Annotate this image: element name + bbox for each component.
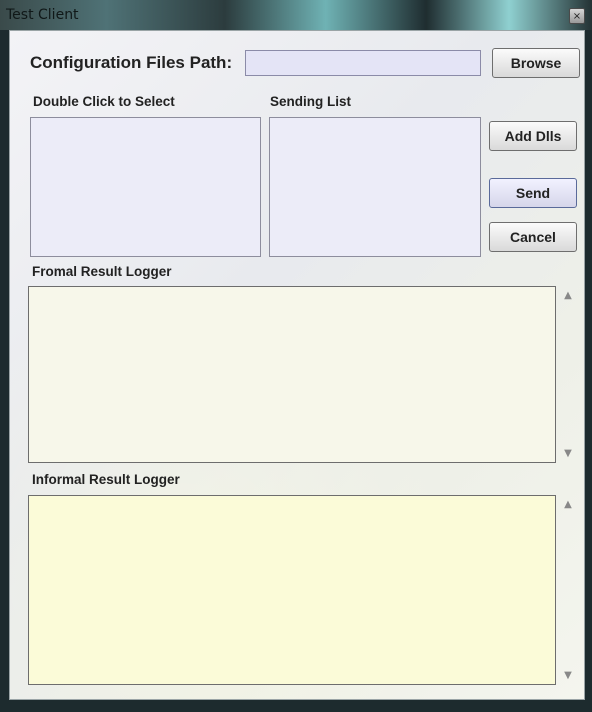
window-title: Test Client xyxy=(6,7,79,23)
formal-logger-scrollbar[interactable]: ▲ ▼ xyxy=(558,286,578,463)
informal-logger-label: Informal Result Logger xyxy=(32,472,180,487)
close-button[interactable]: × xyxy=(569,8,585,24)
informal-result-logger[interactable] xyxy=(28,495,556,685)
scroll-up-icon[interactable]: ▲ xyxy=(558,290,578,301)
select-list-label: Double Click to Select xyxy=(33,94,175,109)
send-button[interactable]: Send xyxy=(489,178,577,208)
config-path-label: Configuration Files Path: xyxy=(30,53,233,72)
select-listbox[interactable] xyxy=(30,117,261,257)
main-panel: Configuration Files Path: Browse Double … xyxy=(9,30,585,700)
cancel-button[interactable]: Cancel xyxy=(489,222,577,252)
browse-button[interactable]: Browse xyxy=(492,48,580,78)
config-path-input[interactable] xyxy=(245,50,481,76)
title-bar: Test Client × xyxy=(0,0,592,30)
scroll-down-icon[interactable]: ▼ xyxy=(558,448,578,459)
close-icon: × xyxy=(572,11,582,22)
add-dlls-button[interactable]: Add Dlls xyxy=(489,121,577,151)
sending-listbox[interactable] xyxy=(269,117,481,257)
informal-logger-scrollbar[interactable]: ▲ ▼ xyxy=(558,495,578,685)
formal-result-logger[interactable] xyxy=(28,286,556,463)
scroll-up-icon[interactable]: ▲ xyxy=(558,499,578,510)
formal-logger-label: Fromal Result Logger xyxy=(32,264,172,279)
sending-list-label: Sending List xyxy=(270,94,351,109)
scroll-down-icon[interactable]: ▼ xyxy=(558,670,578,681)
